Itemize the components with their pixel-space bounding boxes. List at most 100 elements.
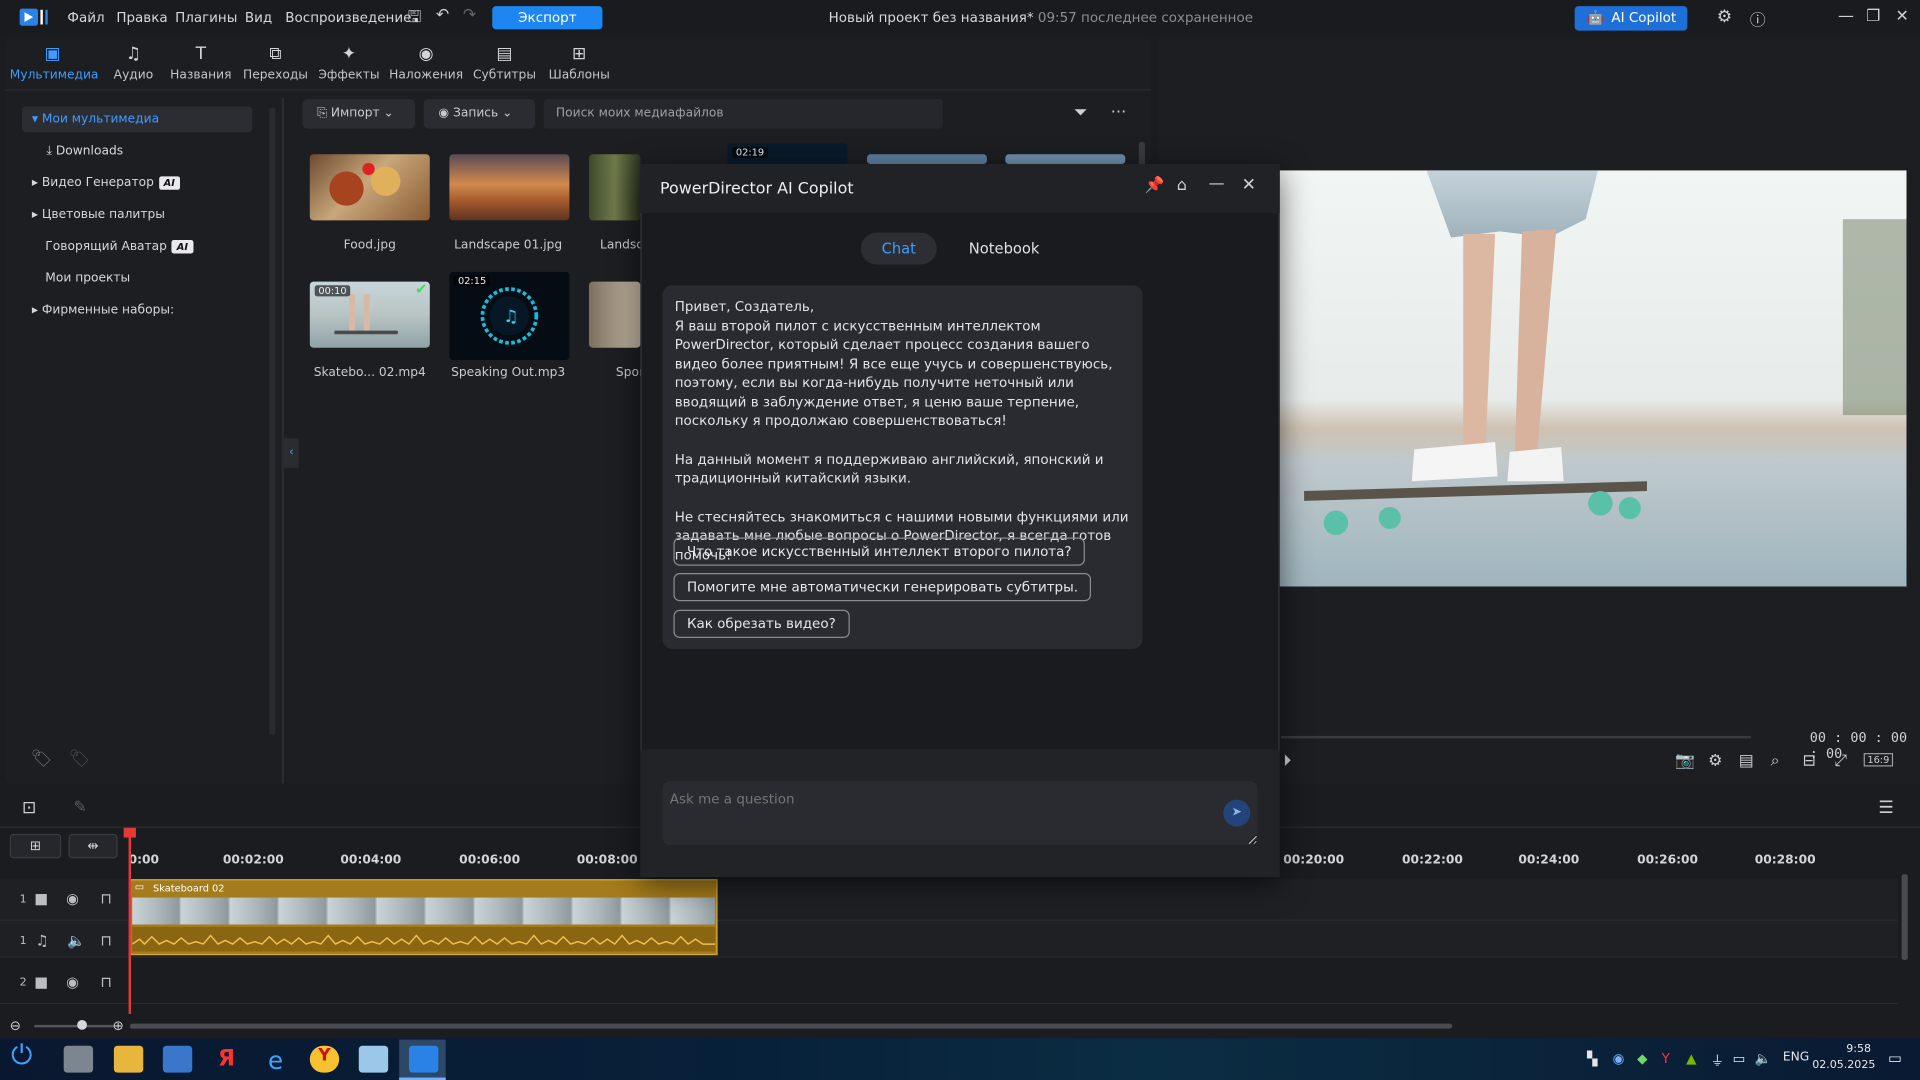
undo-icon[interactable]: ↶	[436, 6, 449, 24]
ask-question-input[interactable]	[662, 781, 1258, 845]
tree-my-projects[interactable]: Мои проекты	[45, 267, 130, 291]
tab-media[interactable]: ▣ Мультимедиа	[10, 44, 99, 82]
lock-icon[interactable]: ⊓	[100, 890, 111, 907]
tray-icon-a[interactable]: ▚	[1587, 1051, 1597, 1067]
playhead-handle[interactable]	[123, 827, 136, 838]
help-icon[interactable]: ⓘ	[1750, 7, 1766, 30]
fit-timeline-button[interactable]: ⇹	[68, 833, 118, 859]
tree-talking-avatar[interactable]: Говорящий Аватар AI	[45, 235, 193, 259]
preview-seek-bar[interactable]	[1280, 735, 1752, 739]
pin-icon[interactable]: 📌	[1145, 176, 1165, 194]
tree-my-media[interactable]: ▾ Мои мультимедиа	[32, 108, 159, 132]
menu-playback[interactable]: Воспроизведение	[285, 10, 411, 26]
media-thumb-video-b[interactable]	[1005, 154, 1126, 165]
yandex-icon[interactable]: Я	[212, 1046, 241, 1073]
menu-edit[interactable]: Правка	[116, 10, 167, 26]
zoom-out-icon[interactable]: ⊖	[10, 1018, 21, 1034]
internet-explorer-icon[interactable]: e	[261, 1046, 290, 1075]
copilot-close-icon[interactable]: ✕	[1242, 175, 1256, 195]
powerdirector-app-icon[interactable]	[408, 1045, 439, 1073]
aspect-ratio-button[interactable]: 16:9	[1863, 753, 1894, 767]
power-start-icon[interactable]: ⏻	[11, 1041, 32, 1072]
more-options-icon[interactable]: ⋯	[1111, 103, 1127, 121]
notepad-icon[interactable]	[358, 1045, 389, 1073]
fullscreen-icon[interactable]: ⤢	[1834, 752, 1847, 770]
taskbar-clock[interactable]: 9:58 02.05.2025	[1812, 1042, 1875, 1074]
language-indicator[interactable]: ENG	[1783, 1051, 1809, 1064]
media-thumb-video-a[interactable]	[866, 154, 987, 165]
copilot-minimize-icon[interactable]: —	[1209, 175, 1225, 193]
timeline-horizontal-scrollbar[interactable]	[129, 1023, 1453, 1029]
media-thumb-sport[interactable]	[588, 281, 641, 348]
timeline-playhead[interactable]	[128, 830, 132, 1014]
store-icon[interactable]	[162, 1045, 193, 1073]
tray-network-icon[interactable]: ▭	[1733, 1051, 1746, 1067]
task-view-icon[interactable]	[63, 1045, 94, 1073]
render-preview-icon[interactable]: ⚙	[1708, 752, 1722, 770]
lock-icon[interactable]: ⊓	[100, 932, 111, 949]
media-thumb-landscape-01[interactable]	[449, 154, 570, 221]
media-search-input[interactable]: Поиск моих медиафайлов	[543, 99, 943, 129]
file-explorer-icon[interactable]	[113, 1045, 144, 1073]
eye-icon[interactable]: ◉	[66, 973, 79, 990]
yandex-browser-icon[interactable]: Y	[309, 1045, 340, 1073]
import-button[interactable]: ⎘ Импорт ⌄	[302, 99, 416, 129]
tray-nvidia-icon[interactable]: ▲	[1686, 1051, 1696, 1067]
maximize-icon[interactable]: ❐	[1866, 7, 1880, 25]
tab-overlays[interactable]: ◉ Наложения	[383, 44, 469, 82]
tray-volume-icon[interactable]: 🔈	[1755, 1051, 1772, 1067]
timeline-settings-icon[interactable]: ☰	[1878, 798, 1893, 818]
media-thumb-speaking-out[interactable]: ♫ 02:15	[449, 271, 570, 361]
minimize-icon[interactable]: —	[1838, 7, 1854, 25]
zoom-slider-handle[interactable]	[77, 1020, 87, 1030]
notifications-icon[interactable]: ▭	[1888, 1049, 1902, 1066]
media-thumb-landscape-02[interactable]	[588, 154, 641, 221]
tree-brand-kits[interactable]: ▸ Фирменные наборы:	[32, 299, 174, 323]
tab-titles[interactable]: T Названия	[158, 44, 244, 82]
export-button[interactable]: Экспорт	[492, 6, 603, 30]
menu-plugins[interactable]: Плагины	[175, 10, 237, 26]
tray-icon-c[interactable]: ◆	[1637, 1051, 1647, 1067]
tray-icon-b[interactable]: ◉	[1613, 1051, 1625, 1067]
tree-scrollbar[interactable]	[269, 107, 276, 735]
record-button[interactable]: ◉ Запись ⌄	[423, 99, 536, 129]
layout-icon[interactable]: ⊟	[1802, 752, 1815, 770]
tray-yandex-icon[interactable]: Y	[1662, 1051, 1670, 1067]
speaker-icon[interactable]: 🔈	[67, 932, 85, 949]
zoom-icon[interactable]: ⌕	[1771, 752, 1780, 770]
media-thumb-audio[interactable]: 02:19	[727, 143, 848, 166]
tree-video-generator[interactable]: ▸ Видео Генератор AI	[32, 171, 180, 195]
tab-subtitles[interactable]: ▤ Субтитры	[462, 44, 548, 82]
media-scrollbar[interactable]	[1138, 142, 1145, 167]
send-button[interactable]: ➤	[1223, 799, 1251, 827]
add-tag-icon[interactable]: 🏷	[31, 749, 53, 769]
menu-file[interactable]: Файл	[67, 10, 104, 26]
tab-effects[interactable]: ✦ Эффекты	[306, 44, 392, 82]
ai-copilot-button[interactable]: 🤖 AI Copilot	[1574, 6, 1688, 31]
zoom-slider[interactable]	[34, 1024, 116, 1028]
snapshot-icon[interactable]: 📷	[1675, 752, 1695, 770]
clear-chat-icon[interactable]: ⌂	[1177, 176, 1187, 194]
tray-usb-icon[interactable]: ⏚	[1711, 1051, 1724, 1071]
save-icon[interactable]: 🖫	[408, 6, 422, 33]
tab-templates[interactable]: ⊞ Шаблоны	[536, 44, 622, 82]
tree-downloads[interactable]: ⤓ Downloads	[47, 140, 124, 164]
timeline-clip-skateboard[interactable]: ▭ Skateboard 02	[129, 879, 718, 956]
lock-icon[interactable]: ⊓	[100, 973, 111, 990]
collapse-tree-chevron-icon[interactable]: ‹	[284, 438, 299, 468]
suggestion-button[interactable]: Что такое искусственный интеллект второг…	[673, 537, 1086, 566]
media-thumb-food[interactable]	[309, 154, 430, 221]
timeline-mode-icon[interactable]: ⊡	[22, 798, 36, 818]
suggestion-button[interactable]: Помогите мне автоматически генерировать …	[673, 573, 1092, 602]
remove-tag-icon[interactable]: 🏷	[69, 749, 91, 769]
filter-icon[interactable]: ⏷	[1074, 103, 1088, 123]
redo-icon[interactable]: ↷	[463, 6, 476, 24]
media-thumb-skateboard[interactable]: 00:10	[309, 281, 430, 348]
tree-color-palettes[interactable]: ▸ Цветовые палитры	[32, 203, 165, 227]
timeline-vertical-scrollbar[interactable]	[1901, 874, 1908, 961]
add-track-button[interactable]: ⊞	[9, 833, 62, 859]
eye-icon[interactable]: ◉	[66, 890, 79, 907]
play-icon[interactable]: ⏵	[1283, 752, 1291, 770]
tab-notebook[interactable]: Notebook	[955, 233, 1053, 265]
subtitle-toggle-icon[interactable]: ▤	[1739, 752, 1754, 770]
